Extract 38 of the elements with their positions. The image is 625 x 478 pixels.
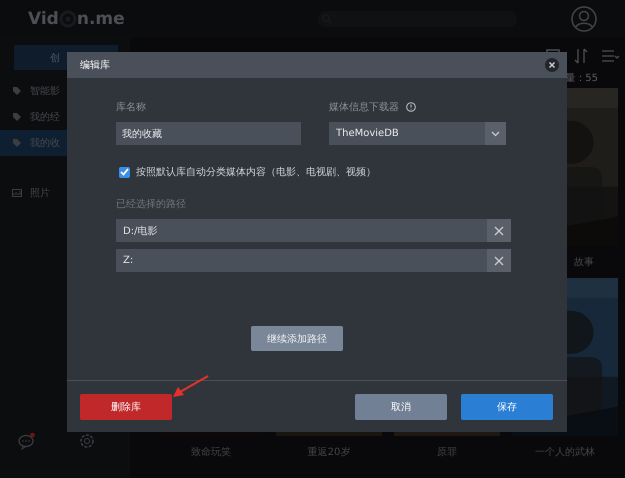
close-icon [494,226,504,236]
sort-icon[interactable] [574,48,588,64]
checkbox[interactable] [119,166,130,178]
movie-title[interactable]: 重返20岁 [308,436,350,468]
chevron-down-icon [491,130,500,136]
settings-icon[interactable] [78,432,96,450]
info-icon [406,102,416,112]
remove-path-button[interactable] [487,219,511,242]
remove-path-button[interactable] [487,249,511,272]
section-label: 已经选择的路径 [116,198,187,211]
library-name-field[interactable]: 我的收藏 [116,122,301,145]
logo-text: Vid [28,9,59,29]
tag-icon [12,86,22,96]
cancel-button[interactable]: 取消 [355,394,447,420]
chat-icon[interactable] [18,432,36,450]
dialog-title: 编辑库 [80,58,110,72]
movie-title[interactable]: 原罪 [437,436,457,468]
close-icon [494,256,504,266]
logo-text: n.me [76,9,125,29]
save-button[interactable]: 保存 [461,394,553,420]
movie-title[interactable]: 致命玩笑 [191,436,231,468]
path-field: D:/电影 [116,219,511,242]
tag-icon [12,138,22,148]
image-icon [12,188,22,198]
delete-library-button[interactable]: 删除库 [80,394,172,420]
checkbox-label: 按照默认库自动分类媒体内容（电影、电视剧、视频） [136,166,376,179]
menu-icon[interactable] [602,50,620,62]
path-field: Z: [116,249,511,272]
field-label: 库名称 [116,100,147,114]
tag-icon [12,112,22,122]
user-avatar-icon[interactable] [571,6,597,32]
count-text: 量：55 [565,72,598,85]
movie-title[interactable]: 一个人的武林 [535,436,595,468]
downloader-dropdown[interactable]: TheMovieDB [329,122,506,145]
close-icon[interactable] [545,58,559,72]
field-label: 媒体信息下载器 [329,100,399,114]
annotation-arrow [170,374,210,400]
add-path-button[interactable]: 继续添加路径 [251,326,343,351]
